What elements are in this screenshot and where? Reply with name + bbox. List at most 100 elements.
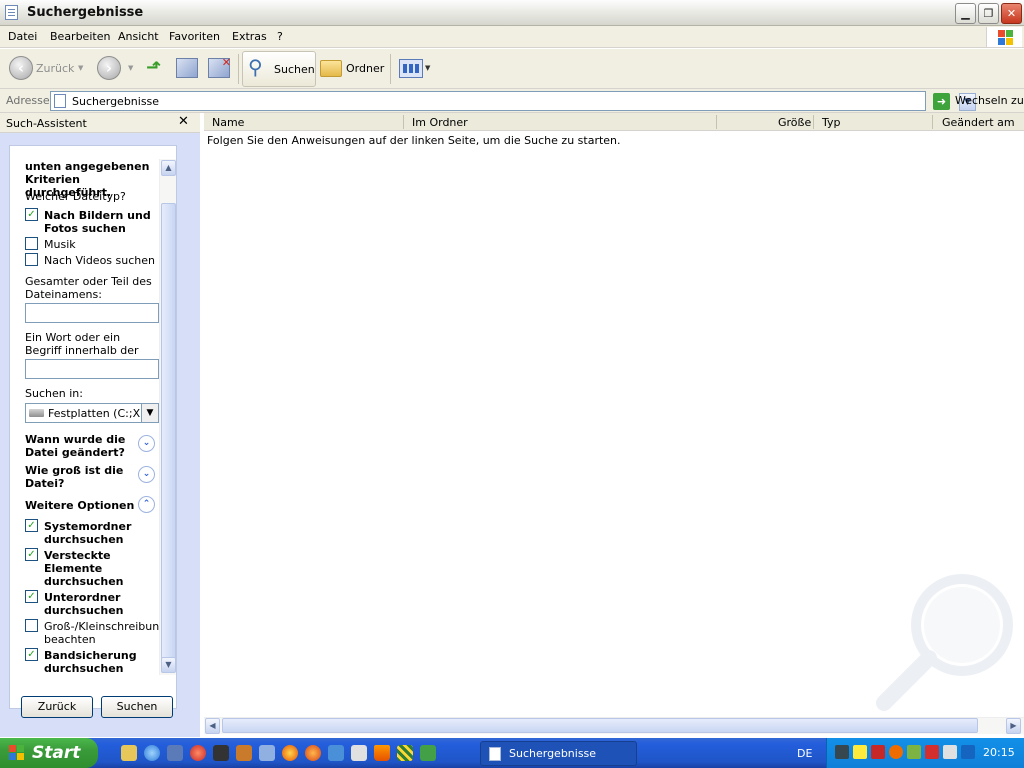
views-dropdown-icon[interactable]: ▼ bbox=[425, 64, 430, 72]
move-to-icon[interactable] bbox=[176, 58, 198, 78]
views-icon[interactable] bbox=[399, 59, 423, 78]
menu-view[interactable]: Ansicht bbox=[118, 30, 159, 43]
tray-app-icon[interactable] bbox=[925, 745, 939, 759]
column-divider[interactable] bbox=[932, 115, 933, 129]
quicklaunch-browser-icon[interactable] bbox=[144, 745, 160, 761]
back-arrow-icon[interactable]: ‹ bbox=[9, 56, 33, 80]
quicklaunch-app-icon[interactable] bbox=[420, 745, 436, 761]
scroll-thumb[interactable] bbox=[161, 203, 176, 663]
back-button[interactable]: Zurück bbox=[36, 62, 74, 75]
checkbox-tape-backup[interactable]: ✓ bbox=[25, 648, 38, 661]
quicklaunch-app-icon[interactable] bbox=[328, 745, 344, 761]
checkbox-videos[interactable] bbox=[25, 253, 38, 266]
quicklaunch-computer-icon[interactable] bbox=[167, 745, 183, 761]
checkbox-system-folders-label[interactable]: Systemordner durchsuchen bbox=[44, 520, 144, 546]
tray-app-icon[interactable] bbox=[961, 745, 975, 759]
results-horizontal-scrollbar[interactable]: ◀ ▶ bbox=[204, 717, 1024, 734]
search-button-assistant[interactable]: Suchen bbox=[101, 696, 173, 718]
checkbox-hidden-items-label[interactable]: Versteckte Elemente durchsuchen bbox=[44, 549, 124, 588]
quicklaunch-folder-icon[interactable] bbox=[121, 745, 137, 761]
tray-network-icon[interactable] bbox=[907, 745, 921, 759]
quicklaunch-app-icon[interactable] bbox=[351, 745, 367, 761]
scroll-down-icon[interactable]: ▼ bbox=[161, 657, 176, 673]
quicklaunch-app-icon[interactable] bbox=[397, 745, 413, 761]
maximize-button[interactable]: ❐ bbox=[978, 3, 999, 24]
tray-app-icon[interactable] bbox=[889, 745, 903, 759]
quicklaunch-app-icon[interactable] bbox=[259, 745, 275, 761]
column-type[interactable]: Typ bbox=[822, 116, 841, 129]
menu-favorites[interactable]: Favoriten bbox=[169, 30, 220, 43]
checkbox-hidden-items[interactable]: ✓ bbox=[25, 548, 38, 561]
checkbox-subfolders[interactable]: ✓ bbox=[25, 590, 38, 603]
quicklaunch-vlc-icon[interactable] bbox=[374, 745, 390, 761]
quicklaunch-app-icon[interactable] bbox=[236, 745, 252, 761]
checkbox-pictures-label[interactable]: Nach Bildern und Fotos suchen bbox=[44, 209, 154, 235]
delete-icon[interactable]: ✕ bbox=[208, 56, 231, 78]
clock[interactable]: 20:15 bbox=[983, 746, 1015, 759]
menu-help[interactable]: ? bbox=[277, 30, 283, 43]
results-pane: Name Im Ordner Größe Typ Geändert am Fol… bbox=[204, 113, 1024, 737]
tray-app-icon[interactable] bbox=[853, 745, 867, 759]
forward-dropdown-icon[interactable]: ▼ bbox=[128, 64, 133, 72]
column-divider[interactable] bbox=[403, 115, 404, 129]
tray-app-icon[interactable] bbox=[835, 745, 849, 759]
menu-file[interactable]: Datei bbox=[8, 30, 37, 43]
scroll-up-icon[interactable]: ▲ bbox=[161, 160, 176, 176]
when-modified-toggle[interactable]: Wann wurde die Datei geändert? bbox=[25, 433, 130, 459]
tray-app-icon[interactable] bbox=[943, 745, 957, 759]
word-input[interactable] bbox=[25, 359, 159, 379]
more-options-toggle[interactable]: Weitere Optionen bbox=[25, 499, 134, 512]
column-divider[interactable] bbox=[716, 115, 717, 129]
search-button[interactable]: ⚲ Suchen bbox=[242, 51, 316, 87]
column-size[interactable]: Größe bbox=[778, 116, 811, 129]
assistant-scrollbar[interactable]: ▲ ▼ bbox=[159, 159, 176, 675]
taskbar: Start Suchergebnisse DE 20:15 bbox=[0, 738, 1024, 768]
scroll-right-icon[interactable]: ▶ bbox=[1006, 718, 1021, 734]
menu-extras[interactable]: Extras bbox=[232, 30, 267, 43]
close-pane-icon[interactable]: ✕ bbox=[178, 114, 189, 129]
back-dropdown-icon[interactable]: ▼ bbox=[78, 64, 83, 72]
checkbox-system-folders[interactable]: ✓ bbox=[25, 519, 38, 532]
collapse-up-icon[interactable]: ⌃ bbox=[138, 496, 155, 513]
column-divider[interactable] bbox=[813, 115, 814, 129]
quicklaunch-app-icon[interactable] bbox=[213, 745, 229, 761]
checkbox-music-label[interactable]: Musik bbox=[44, 238, 76, 251]
close-button[interactable]: ✕ bbox=[1001, 3, 1022, 24]
scroll-left-icon[interactable]: ◀ bbox=[205, 718, 220, 734]
size-question-toggle[interactable]: Wie groß ist die Datei? bbox=[25, 464, 130, 490]
checkbox-subfolders-label[interactable]: Unterordner durchsuchen bbox=[44, 591, 144, 617]
task-button-search-results[interactable]: Suchergebnisse bbox=[480, 741, 637, 766]
back-button-assistant[interactable]: Zurück bbox=[21, 696, 93, 718]
address-field[interactable]: Suchergebnisse ▼ bbox=[50, 91, 976, 111]
folders-icon[interactable] bbox=[320, 60, 342, 77]
checkbox-videos-label[interactable]: Nach Videos suchen bbox=[44, 254, 155, 267]
checkbox-music[interactable] bbox=[25, 237, 38, 250]
quicklaunch-firefox-icon[interactable] bbox=[305, 745, 321, 761]
horizontal-scroll-thumb[interactable] bbox=[222, 718, 978, 733]
expand-down-icon[interactable]: ⌄ bbox=[138, 435, 155, 452]
checkbox-pictures[interactable]: ✓ bbox=[25, 208, 38, 221]
checkbox-tape-backup-label[interactable]: Bandsicherung durchsuchen bbox=[44, 649, 144, 675]
checkbox-case-sensitive-label[interactable]: Groß-/Kleinschreibung beachten bbox=[44, 620, 166, 646]
minimize-button[interactable]: ▁ bbox=[955, 3, 976, 24]
folders-button[interactable]: Ordner bbox=[346, 62, 384, 75]
tray-app-icon[interactable] bbox=[871, 745, 885, 759]
search-results-icon bbox=[54, 94, 66, 108]
lookin-select[interactable]: Festplatten (C:;X:) ▼ bbox=[25, 403, 159, 423]
forward-arrow-icon[interactable]: › bbox=[97, 56, 121, 80]
expand-down-icon[interactable]: ⌄ bbox=[138, 466, 155, 483]
column-modified[interactable]: Geändert am bbox=[942, 116, 1015, 129]
language-indicator[interactable]: DE bbox=[797, 747, 812, 760]
menu-edit[interactable]: Bearbeiten bbox=[50, 30, 110, 43]
up-folder-icon[interactable]: ⬏ bbox=[146, 58, 166, 78]
column-folder[interactable]: Im Ordner bbox=[412, 116, 468, 129]
go-button[interactable]: Wechseln zu bbox=[955, 94, 1024, 107]
column-name[interactable]: Name bbox=[212, 116, 244, 129]
filename-input[interactable] bbox=[25, 303, 159, 323]
quicklaunch-app-icon[interactable] bbox=[282, 745, 298, 761]
checkbox-case-sensitive[interactable] bbox=[25, 619, 38, 632]
quicklaunch-app-icon[interactable] bbox=[190, 745, 206, 761]
go-arrow-icon[interactable]: ➜ bbox=[933, 93, 950, 110]
start-button[interactable]: Start bbox=[0, 738, 98, 768]
lookin-dropdown-icon[interactable]: ▼ bbox=[141, 404, 158, 422]
